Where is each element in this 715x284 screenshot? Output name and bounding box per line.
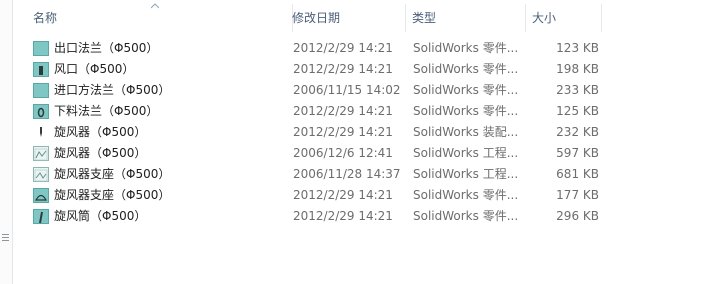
file-size: 177 KB <box>556 188 599 202</box>
splitter-grip-icon[interactable] <box>2 234 9 241</box>
file-row[interactable]: 旋风器（Φ500） 2006/12/6 12:41 SolidWorks 工程.… <box>13 143 715 164</box>
file-date: 2006/11/15 14:02 <box>293 83 401 97</box>
column-divider[interactable] <box>601 4 602 32</box>
file-size: 296 KB <box>556 209 599 223</box>
file-row[interactable]: 进口方法兰（Φ500） 2006/11/15 14:02 SolidWorks … <box>13 80 715 101</box>
solidworks-part-icon <box>33 62 49 77</box>
navigation-pane-edge[interactable] <box>0 0 13 284</box>
file-size: 681 KB <box>556 167 599 181</box>
file-type: SolidWorks 零件... <box>413 209 519 223</box>
file-name-cell[interactable]: 旋风器支座（Φ500） <box>33 185 288 206</box>
file-name: 进口方法兰（Φ500） <box>54 83 171 97</box>
file-type: SolidWorks 零件... <box>413 62 519 76</box>
file-row[interactable]: 旋风器支座（Φ500） 2012/2/29 14:21 SolidWorks 零… <box>13 185 715 206</box>
file-type: SolidWorks 工程... <box>413 146 519 160</box>
file-name-cell[interactable]: 旋风器支座（Φ500） <box>33 164 288 185</box>
file-name: 旋风器支座（Φ500） <box>54 167 171 181</box>
file-name-cell[interactable]: 出口法兰（Φ500） <box>33 38 288 59</box>
file-date: 2012/2/29 14:21 <box>293 104 393 118</box>
file-row[interactable]: 旋风器（Φ500） 2012/2/29 14:21 SolidWorks 装配.… <box>13 122 715 143</box>
file-name: 下料法兰（Φ500） <box>54 104 159 118</box>
file-size: 233 KB <box>556 83 599 97</box>
solidworks-part-icon <box>33 188 49 203</box>
file-name: 出口法兰（Φ500） <box>54 41 159 55</box>
file-date: 2012/2/29 14:21 <box>293 41 393 55</box>
file-name: 旋风筒（Φ500） <box>54 209 147 223</box>
file-name: 旋风器（Φ500） <box>54 125 147 139</box>
column-header-name[interactable]: 名称 <box>27 0 293 33</box>
file-date: 2012/2/29 14:21 <box>293 209 393 223</box>
file-type: SolidWorks 零件... <box>413 41 519 55</box>
file-name-cell[interactable]: 旋风器（Φ500） <box>33 143 288 164</box>
file-name: 风口（Φ500） <box>54 62 135 76</box>
column-header-size[interactable]: 大小 <box>526 0 602 33</box>
solidworks-part-icon <box>33 83 49 98</box>
file-name: 旋风器（Φ500） <box>54 146 147 160</box>
file-name-cell[interactable]: 下料法兰（Φ500） <box>33 101 288 122</box>
file-row[interactable]: 旋风器支座（Φ500） 2006/11/28 14:37 SolidWorks … <box>13 164 715 185</box>
file-type: SolidWorks 装配... <box>413 125 519 139</box>
file-row[interactable]: 风口（Φ500） 2012/2/29 14:21 SolidWorks 零件..… <box>13 59 715 80</box>
column-header-bar: 名称 修改日期 类型 大小 <box>13 0 715 33</box>
file-date: 2006/12/6 12:41 <box>293 146 393 160</box>
file-date: 2006/11/28 14:37 <box>293 167 401 181</box>
file-date: 2012/2/29 14:21 <box>293 125 393 139</box>
file-type: SolidWorks 零件... <box>413 104 519 118</box>
column-header-type-label: 类型 <box>412 11 437 25</box>
solidworks-part-icon <box>33 41 49 56</box>
file-explorer-view: 名称 修改日期 类型 大小 出口法兰（Φ500） 2012/2/29 14:21… <box>0 0 715 284</box>
file-list: 出口法兰（Φ500） 2012/2/29 14:21 SolidWorks 零件… <box>13 38 715 227</box>
column-header-date-label: 修改日期 <box>292 11 341 25</box>
column-header-type[interactable]: 类型 <box>406 0 526 33</box>
file-type: SolidWorks 工程... <box>413 167 519 181</box>
file-size: 597 KB <box>556 146 599 160</box>
file-type: SolidWorks 零件... <box>413 83 519 97</box>
file-size: 125 KB <box>556 104 599 118</box>
file-size: 232 KB <box>556 125 599 139</box>
file-name-cell[interactable]: 旋风器（Φ500） <box>33 122 288 143</box>
file-row[interactable]: 旋风筒（Φ500） 2012/2/29 14:21 SolidWorks 零件.… <box>13 206 715 227</box>
file-name-cell[interactable]: 进口方法兰（Φ500） <box>33 80 288 101</box>
file-row[interactable]: 下料法兰（Φ500） 2012/2/29 14:21 SolidWorks 零件… <box>13 101 715 122</box>
solidworks-drawing-icon <box>33 167 49 182</box>
file-name-cell[interactable]: 旋风筒（Φ500） <box>33 206 288 227</box>
file-date: 2012/2/29 14:21 <box>293 62 393 76</box>
file-name-cell[interactable]: 风口（Φ500） <box>33 59 288 80</box>
file-date: 2012/2/29 14:21 <box>293 188 393 202</box>
solidworks-assembly-icon <box>33 125 49 140</box>
column-header-size-label: 大小 <box>532 11 557 25</box>
solidworks-drawing-icon <box>33 146 49 161</box>
column-header-date[interactable]: 修改日期 <box>286 0 406 33</box>
file-size: 198 KB <box>556 62 599 76</box>
solidworks-part-icon <box>33 209 49 224</box>
solidworks-part-icon <box>33 104 49 119</box>
file-name: 旋风器支座（Φ500） <box>54 188 171 202</box>
column-header-name-label: 名称 <box>33 11 58 25</box>
file-row[interactable]: 出口法兰（Φ500） 2012/2/29 14:21 SolidWorks 零件… <box>13 38 715 59</box>
file-size: 123 KB <box>556 41 599 55</box>
file-type: SolidWorks 零件... <box>413 188 519 202</box>
